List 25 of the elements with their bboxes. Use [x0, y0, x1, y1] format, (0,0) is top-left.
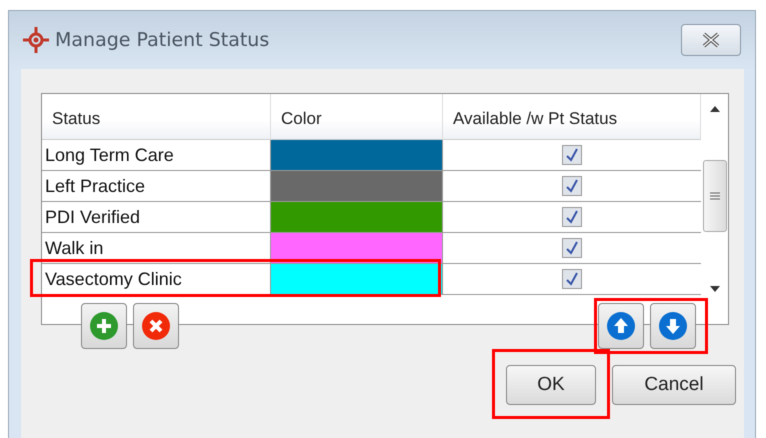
column-header[interactable]: Available /w Pt Status — [443, 94, 701, 140]
scrollbar-thumb[interactable] — [702, 160, 726, 232]
close-icon — [700, 32, 722, 48]
move-down-button[interactable] — [650, 303, 696, 349]
status-cell: Walk in — [42, 233, 271, 264]
crosshair-icon — [23, 27, 49, 53]
column-header[interactable]: Status — [42, 94, 271, 140]
arrow-up-icon — [606, 311, 636, 341]
checkbox[interactable] — [562, 145, 582, 165]
checkbox[interactable] — [562, 269, 582, 289]
remove-button[interactable] — [133, 303, 179, 349]
scroll-down-icon[interactable] — [710, 286, 720, 292]
scroll-up-icon[interactable] — [710, 106, 720, 112]
close-button[interactable] — [681, 24, 741, 56]
close-icon — [141, 311, 171, 341]
ok-button[interactable]: OK — [506, 365, 596, 405]
add-button[interactable] — [81, 303, 127, 349]
checkbox[interactable] — [562, 238, 582, 258]
plus-icon — [89, 311, 119, 341]
checkbox[interactable] — [562, 207, 582, 227]
checkbox[interactable] — [562, 176, 582, 196]
arrow-down-icon — [658, 311, 688, 341]
window-title: Manage Patient Status — [55, 29, 270, 51]
move-up-button[interactable] — [598, 303, 644, 349]
cancel-button[interactable]: Cancel — [612, 365, 736, 405]
